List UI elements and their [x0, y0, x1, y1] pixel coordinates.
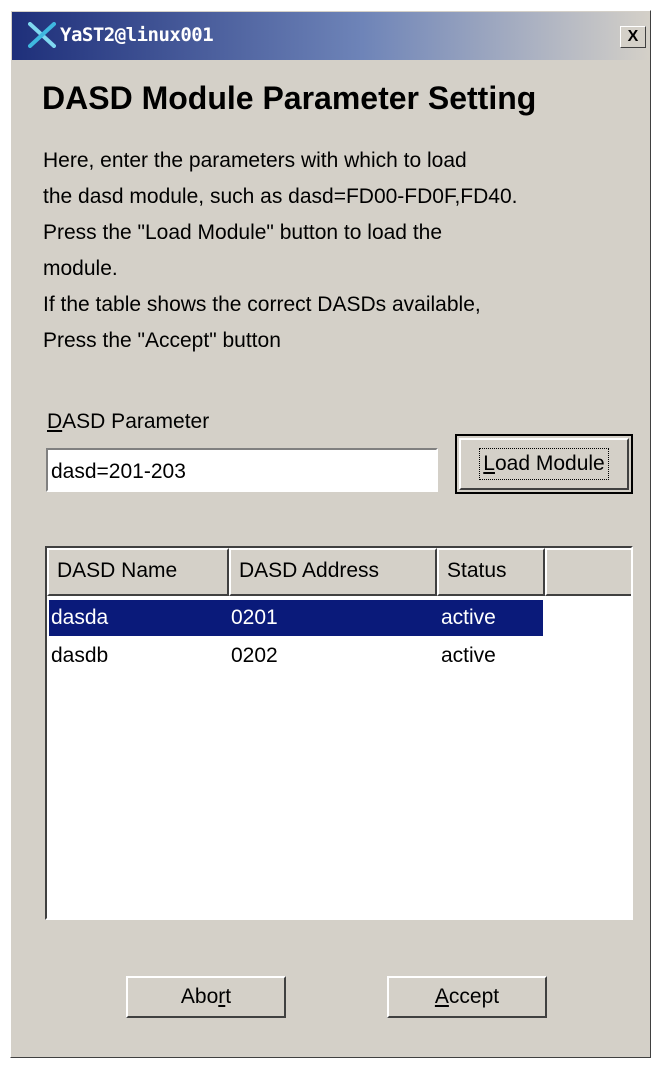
dasd-name-cell: dasdb: [51, 644, 109, 667]
label-text: t: [225, 985, 232, 1008]
dasd-name-cell: dasda: [51, 606, 109, 629]
table-header: DASD Name DASD Address Status: [47, 548, 631, 596]
mnemonic: A: [434, 985, 449, 1008]
dasd-address-cell: 0202: [231, 644, 278, 667]
label-text: ccept: [448, 985, 500, 1008]
description-line: module.: [43, 257, 118, 280]
dasd-table[interactable]: DASD Name DASD Address Status dasda 0201…: [45, 546, 633, 920]
dasd-parameter-input[interactable]: [46, 448, 438, 492]
close-button[interactable]: X: [620, 26, 646, 48]
column-header-dasd-address[interactable]: DASD Address: [229, 548, 437, 596]
yast-x-logo-icon: [28, 22, 56, 48]
button-face: Load Module: [459, 438, 629, 490]
accept-button[interactable]: Accept: [387, 976, 547, 1018]
column-header-dasd-name[interactable]: DASD Name: [47, 548, 229, 596]
window-title: YaST2@linux001: [60, 24, 214, 46]
mnemonic: L: [483, 452, 495, 475]
button-label: Abort: [181, 985, 231, 1009]
dasd-address-cell: 0201: [231, 606, 278, 629]
description-line: Here, enter the parameters with which to…: [43, 149, 467, 172]
label-text: Abo: [180, 985, 219, 1008]
label-text: ASD Parameter: [62, 410, 210, 433]
button-label: Load Module: [479, 448, 609, 480]
status-cell: active: [441, 644, 496, 667]
page-title: DASD Module Parameter Setting: [42, 80, 537, 116]
description-text: Here, enter the parameters with which to…: [43, 146, 653, 362]
description-line: If the table shows the correct DASDs ava…: [43, 293, 481, 316]
close-icon: X: [627, 28, 639, 45]
status-cell: active: [441, 606, 496, 629]
mnemonic: D: [47, 410, 63, 433]
table-row[interactable]: dasdb 0202 active: [49, 638, 543, 674]
column-header-status[interactable]: Status: [437, 548, 545, 596]
description-line: Press the "Load Module" button to load t…: [43, 221, 443, 244]
label-text: oad Module: [494, 452, 605, 475]
description-line: Press the "Accept" button: [43, 329, 281, 352]
abort-button[interactable]: Abort: [126, 976, 286, 1018]
dasd-parameter-label: DASD Parameter: [47, 410, 209, 434]
description-line: the dasd module, such as dasd=FD00-FD0F,…: [43, 185, 518, 208]
table-row[interactable]: dasda 0201 active: [49, 600, 543, 636]
button-label: Accept: [435, 985, 499, 1009]
load-module-button[interactable]: Load Module: [455, 434, 633, 494]
column-header-filler: [545, 548, 631, 596]
